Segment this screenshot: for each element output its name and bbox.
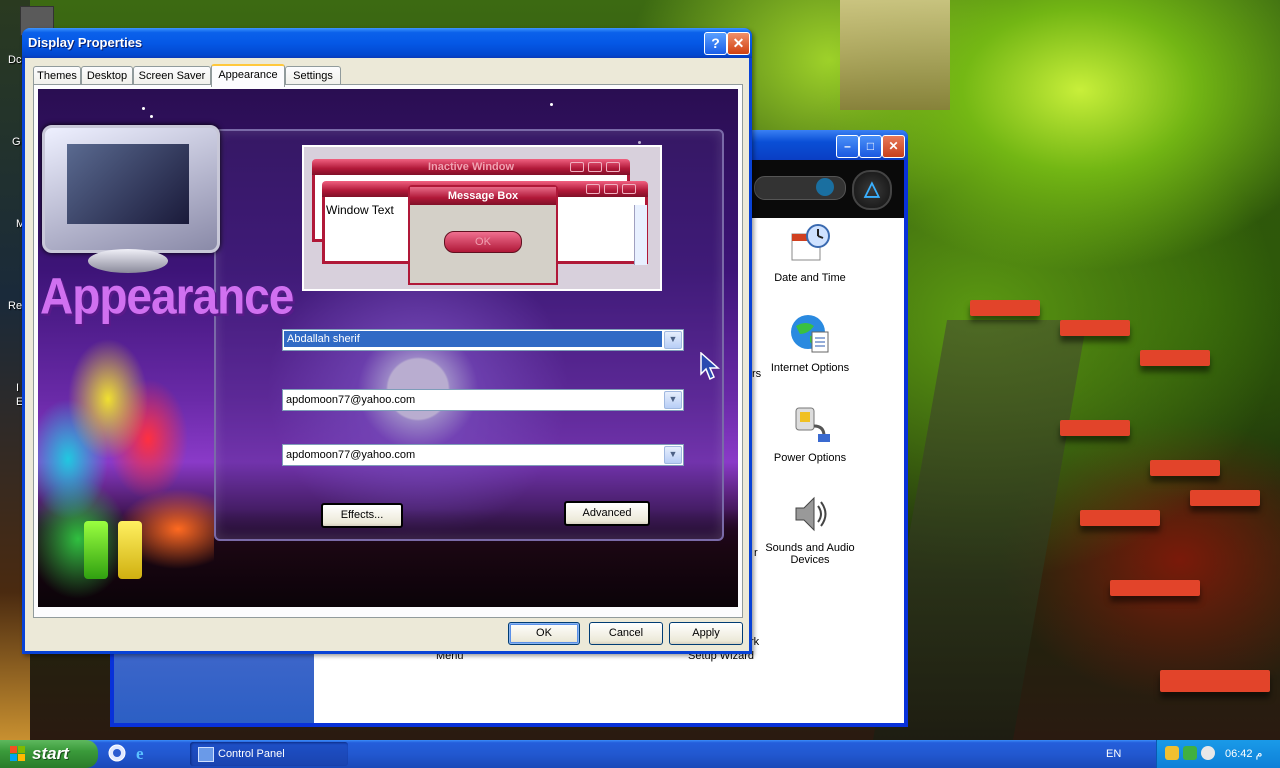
tray-volume-icon[interactable] — [1165, 746, 1179, 760]
appearance-preview: Inactive Window Window Text Message Box … — [302, 145, 662, 291]
close-button[interactable]: ✕ — [882, 135, 905, 158]
monitor-graphic — [42, 125, 220, 253]
appearance-logo: Appearance — [40, 267, 294, 325]
paint-bottle-green — [84, 521, 108, 579]
dialog-body: Themes Desktop Screen Saver Appearance S… — [25, 58, 749, 651]
select-value: apdomoon77@yahoo.com — [286, 394, 416, 406]
wallpaper-cafe-tables — [960, 280, 1280, 720]
apply-button[interactable]: Apply — [669, 622, 743, 645]
monitor-screen — [67, 144, 189, 224]
minimize-icon — [570, 162, 584, 172]
select-value: Abdallah sherif — [284, 331, 662, 347]
windows-and-buttons-select[interactable]: Abdallah sherif ▼ — [282, 329, 684, 351]
display-properties-window[interactable]: Display Properties ? ✕ Themes Desktop Sc… — [22, 28, 752, 654]
dialog-titlebar[interactable]: Display Properties ? ✕ — [22, 28, 752, 58]
ok-button[interactable]: OK — [508, 622, 580, 645]
desktop-icon-label-fragment[interactable]: G — [12, 136, 21, 148]
appearance-tab-panel: Appearance Inactive Window Window Text M… — [33, 84, 743, 618]
power-plug-icon — [795, 407, 830, 442]
taskbar-item-label: Control Panel — [218, 748, 285, 760]
color-scheme-select[interactable]: apdomoon77@yahoo.com ▼ — [282, 389, 684, 411]
close-button[interactable]: ✕ — [727, 32, 750, 55]
message-box-ok: OK — [444, 231, 522, 253]
close-icon — [622, 184, 636, 194]
cp-item-date-time[interactable]: Date and Time — [750, 222, 870, 284]
star — [550, 103, 553, 106]
svg-text:e: e — [136, 744, 144, 762]
star — [142, 107, 145, 110]
dialog-title: Display Properties — [28, 35, 143, 50]
speaker-icon — [795, 496, 827, 532]
font-size-select[interactable]: apdomoon77@yahoo.com ▼ — [282, 444, 684, 466]
cp-item-label: Internet Options — [770, 362, 850, 374]
tray-clock-app-icon[interactable] — [1201, 746, 1215, 760]
inactive-window-title: Inactive Window — [312, 159, 630, 175]
tray-network-icon[interactable] — [1183, 746, 1197, 760]
chevron-down-icon[interactable]: ▼ — [664, 391, 682, 409]
start-label: start — [32, 744, 69, 763]
taskbar-item-control-panel[interactable]: Control Panel — [190, 742, 348, 766]
maximize-icon — [604, 184, 618, 194]
system-tray: 06:42 م — [1156, 740, 1280, 768]
cp-item-label: Sounds and Audio Devices — [765, 542, 855, 566]
cp-label-fragment: r — [754, 547, 758, 559]
internet-explorer-icon[interactable]: e — [134, 744, 152, 762]
advanced-button[interactable]: Advanced — [564, 501, 650, 526]
tab-screen-saver[interactable]: Screen Saver — [133, 66, 211, 85]
cp-item-sounds-audio[interactable]: Sounds and Audio Devices — [750, 492, 870, 566]
mouse-cursor-icon — [700, 352, 720, 381]
message-box-title: Message Box — [410, 187, 556, 205]
tab-themes[interactable]: Themes — [33, 66, 81, 85]
close-icon — [606, 162, 620, 172]
cp-label-fragment: rs — [752, 368, 762, 380]
cp-item-power-options[interactable]: Power Options — [750, 402, 870, 464]
minimize-icon — [586, 184, 600, 194]
wallpaper-building — [840, 0, 950, 110]
select-value: apdomoon77@yahoo.com — [286, 449, 416, 461]
desktop-icon-label-fragment[interactable]: I — [16, 382, 19, 394]
calendar-clock-icon — [791, 224, 830, 261]
chevron-down-icon[interactable]: ▼ — [664, 446, 682, 464]
cp-item-internet-options[interactable]: Internet Options — [750, 312, 870, 374]
globe-document-icon — [791, 315, 829, 353]
language-indicator[interactable]: EN — [1106, 740, 1121, 768]
desktop-icon-label-fragment[interactable]: Dc — [8, 54, 21, 66]
help-button[interactable]: ? — [704, 32, 727, 55]
go-icon[interactable] — [816, 178, 834, 196]
chevron-down-icon[interactable]: ▼ — [664, 331, 682, 349]
effects-button[interactable]: Effects... — [321, 503, 403, 528]
tab-settings[interactable]: Settings — [285, 66, 341, 85]
tab-appearance[interactable]: Appearance — [211, 64, 285, 87]
maximize-button[interactable]: □ — [859, 135, 882, 158]
appearance-skin-background: Appearance Inactive Window Window Text M… — [38, 89, 738, 607]
inactive-window-label: Inactive Window — [427, 161, 515, 173]
clock[interactable]: 06:42 م — [1225, 740, 1262, 768]
desktop-icon-label-fragment[interactable]: Re — [8, 300, 22, 312]
control-panel-icon — [198, 747, 214, 762]
cancel-button[interactable]: Cancel — [589, 622, 663, 645]
preview-scrollbar — [634, 205, 647, 265]
minimize-button[interactable]: – — [836, 135, 859, 158]
cp-item-label: Power Options — [773, 452, 847, 464]
taskbar: start e Control Panel EN 06:42 م — [0, 740, 1280, 768]
cp-item-label: Date and Time — [774, 272, 846, 284]
windows-logo-icon — [10, 746, 25, 761]
tab-desktop[interactable]: Desktop — [81, 66, 133, 85]
message-box-preview: Message Box OK — [408, 185, 558, 285]
maximize-icon — [588, 162, 602, 172]
navigation-triangle-icon[interactable]: △ — [852, 170, 892, 210]
window-text-sample: Window Text — [326, 203, 394, 217]
paint-bottle-yellow — [118, 521, 142, 579]
start-button[interactable]: start — [0, 740, 98, 768]
show-desktop-icon[interactable] — [108, 744, 126, 762]
star — [150, 115, 153, 118]
